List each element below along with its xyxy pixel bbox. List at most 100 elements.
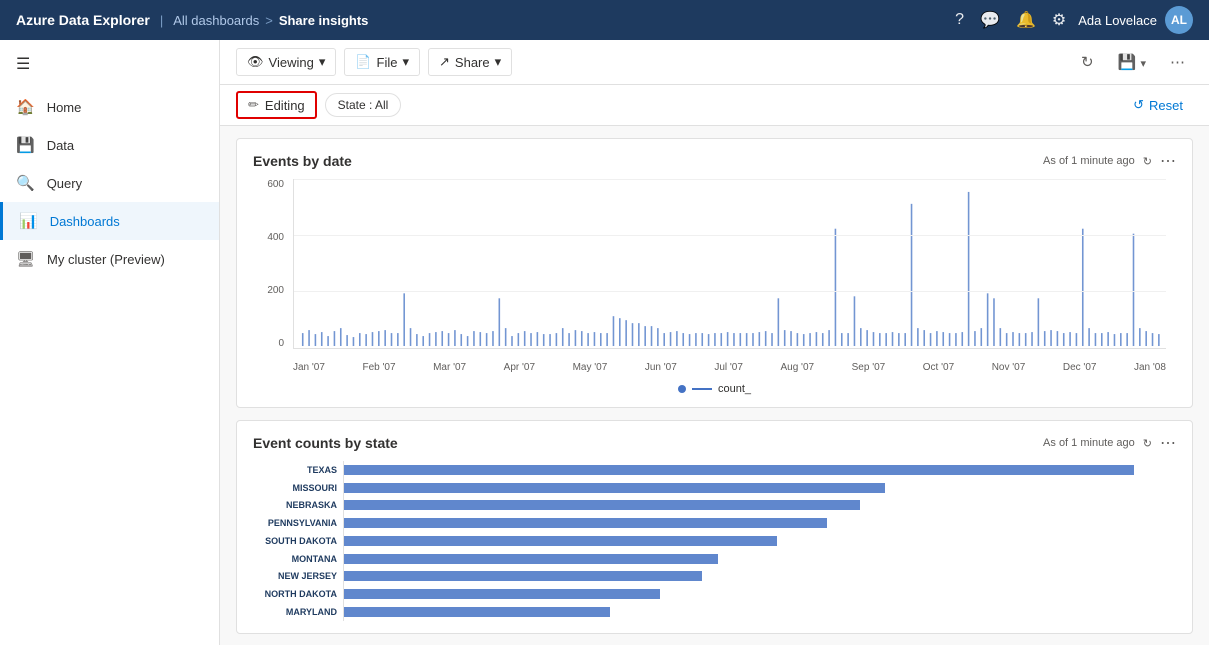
refresh-button[interactable]: ↻ — [1073, 48, 1102, 76]
sidebar-item-mycluster[interactable]: 🖥 My cluster (Preview) — [0, 240, 219, 278]
chart1-title: Events by date — [253, 153, 352, 169]
content-area: 👁 Viewing ▾ 📄 File ▾ ↗ Share ▾ ↻ 💾 ▾ ⋯ — [220, 40, 1209, 645]
bar-row-northdakota — [344, 587, 1176, 601]
sidebar-item-query[interactable]: 🔍 Query — [0, 164, 219, 202]
eye-icon: 👁 — [247, 54, 264, 70]
viewing-button[interactable]: 👁 Viewing ▾ — [236, 48, 336, 76]
nav-icons: ? 💬 🔔 ⚙ — [955, 10, 1066, 30]
user-name: Ada Lovelace — [1078, 13, 1157, 28]
state-label-northdakota: NORTH DAKOTA — [265, 589, 337, 599]
state-label-pennsylvania: PENNSYLVANIA — [268, 518, 337, 528]
feedback-icon[interactable]: 💬 — [980, 10, 1000, 30]
save-button[interactable]: 💾 ▾ — [1110, 48, 1154, 76]
dashboards-icon: 📊 — [19, 212, 38, 230]
x-label-sep07: Sep '07 — [852, 362, 886, 373]
sidebar-label-home: Home — [47, 100, 82, 115]
bar-row-pennsylvania — [344, 516, 1176, 530]
y-label-200: 200 — [267, 285, 284, 296]
bar-rows — [343, 461, 1176, 621]
sidebar-item-dashboards[interactable]: 📊 Dashboards — [0, 202, 219, 240]
y-label-400: 400 — [267, 232, 284, 243]
main-layout: ☰ 🏠 Home 💾 Data 🔍 Query 📊 Dashboards 🖥 M… — [0, 40, 1209, 645]
state-filter-chip[interactable]: State : All — [325, 93, 402, 117]
y-axis-labels: 600 400 200 0 — [253, 179, 288, 349]
hamburger-menu[interactable]: ☰ — [0, 40, 219, 88]
chart2-header: Event counts by state As of 1 minute ago… — [253, 433, 1176, 453]
bar-row-texas — [344, 463, 1176, 477]
bar-row-montana — [344, 552, 1176, 566]
legend-dot-icon — [678, 385, 686, 393]
bar-row-maryland — [344, 605, 1176, 619]
reset-label: Reset — [1149, 98, 1183, 113]
chart2-refresh-icon[interactable]: ↻ — [1143, 437, 1152, 450]
sidebar-label-mycluster: My cluster (Preview) — [47, 252, 165, 267]
grid-line-mid2 — [294, 291, 1166, 292]
dashboard-content: Events by date As of 1 minute ago ↻ ⋯ 60… — [220, 126, 1209, 645]
file-label: File — [377, 55, 398, 70]
state-label-maryland: MARYLAND — [286, 607, 337, 617]
editing-label: Editing — [265, 98, 305, 113]
chart1-more-icon[interactable]: ⋯ — [1160, 151, 1176, 171]
reset-button[interactable]: ↺ Reset — [1123, 93, 1193, 117]
grid-lines — [294, 179, 1166, 348]
x-axis-labels: Jan '07 Feb '07 Mar '07 Apr '07 May '07 … — [293, 355, 1166, 379]
toolbar-right: ↻ 💾 ▾ ⋯ — [1073, 48, 1193, 76]
grid-line-mid1 — [294, 235, 1166, 236]
editing-mode-box[interactable]: ✏ Editing — [236, 91, 317, 119]
bar-chart: TEXAS MISSOURI NEBRASKA PENNSYLVANIA SOU… — [253, 461, 1176, 621]
state-label-texas: TEXAS — [307, 465, 337, 475]
user-profile[interactable]: Ada Lovelace AL — [1078, 6, 1193, 34]
chart2-more-icon[interactable]: ⋯ — [1160, 433, 1176, 453]
avatar: AL — [1165, 6, 1193, 34]
x-label-nov07: Nov '07 — [992, 362, 1026, 373]
sidebar-label-dashboards: Dashboards — [50, 214, 120, 229]
sidebar: ☰ 🏠 Home 💾 Data 🔍 Query 📊 Dashboards 🖥 M… — [0, 40, 220, 645]
bar-y-labels: TEXAS MISSOURI NEBRASKA PENNSYLVANIA SOU… — [253, 461, 343, 621]
sidebar-item-data[interactable]: 💾 Data — [0, 126, 219, 164]
x-label-may07: May '07 — [573, 362, 608, 373]
chart1-legend: count_ — [253, 383, 1176, 395]
filter-bar: ✏ Editing State : All ↺ Reset — [220, 85, 1209, 126]
file-button[interactable]: 📄 File ▾ — [344, 48, 420, 76]
top-navigation: Azure Data Explorer | All dashboards > S… — [0, 0, 1209, 40]
file-chevron-icon: ▾ — [402, 54, 409, 70]
x-label-mar07: Mar '07 — [433, 362, 466, 373]
chart2-title: Event counts by state — [253, 435, 398, 451]
viewing-label: Viewing — [269, 55, 314, 70]
x-label-jan07: Jan '07 — [293, 362, 325, 373]
x-label-apr07: Apr '07 — [504, 362, 535, 373]
query-icon: 🔍 — [16, 174, 35, 192]
settings-icon[interactable]: ⚙ — [1052, 10, 1066, 30]
state-label-missouri: MISSOURI — [292, 483, 337, 493]
chart2-meta: As of 1 minute ago ↻ ⋯ — [1043, 433, 1176, 453]
brand-name: Azure Data Explorer — [16, 12, 150, 28]
nav-separator: | — [160, 13, 163, 28]
x-label-dec07: Dec '07 — [1063, 362, 1097, 373]
help-icon[interactable]: ? — [955, 11, 964, 29]
share-icon: ↗ — [439, 54, 450, 70]
breadcrumb-parent[interactable]: All dashboards — [173, 13, 259, 28]
chart1-timestamp: As of 1 minute ago — [1043, 155, 1135, 167]
chart1-header: Events by date As of 1 minute ago ↻ ⋯ — [253, 151, 1176, 171]
state-label-southdakota: SOUTH DAKOTA — [265, 536, 337, 546]
breadcrumb-current: Share insights — [279, 13, 369, 28]
file-icon: 📄 — [355, 54, 371, 70]
event-counts-by-state-card: Event counts by state As of 1 minute ago… — [236, 420, 1193, 634]
state-label-montana: MONTANA — [292, 554, 337, 564]
legend-label: count_ — [718, 383, 751, 395]
notifications-icon[interactable]: 🔔 — [1016, 10, 1036, 30]
chart1-refresh-icon[interactable]: ↻ — [1143, 155, 1152, 168]
filter-label: State : All — [338, 98, 389, 112]
bar-row-newjersey — [344, 569, 1176, 583]
data-icon: 💾 — [16, 136, 35, 154]
bar-row-southdakota — [344, 534, 1176, 548]
share-button[interactable]: ↗ Share ▾ — [428, 48, 512, 76]
more-options-button[interactable]: ⋯ — [1162, 48, 1193, 76]
line-chart: 600 400 200 0 — [253, 179, 1176, 379]
bar-chart-inner: TEXAS MISSOURI NEBRASKA PENNSYLVANIA SOU… — [253, 461, 1176, 621]
breadcrumb-arrow: > — [265, 13, 273, 28]
state-label-newjersey: NEW JERSEY — [278, 571, 337, 581]
sidebar-item-home[interactable]: 🏠 Home — [0, 88, 219, 126]
y-label-0: 0 — [278, 338, 284, 349]
x-label-jul07: Jul '07 — [714, 362, 743, 373]
